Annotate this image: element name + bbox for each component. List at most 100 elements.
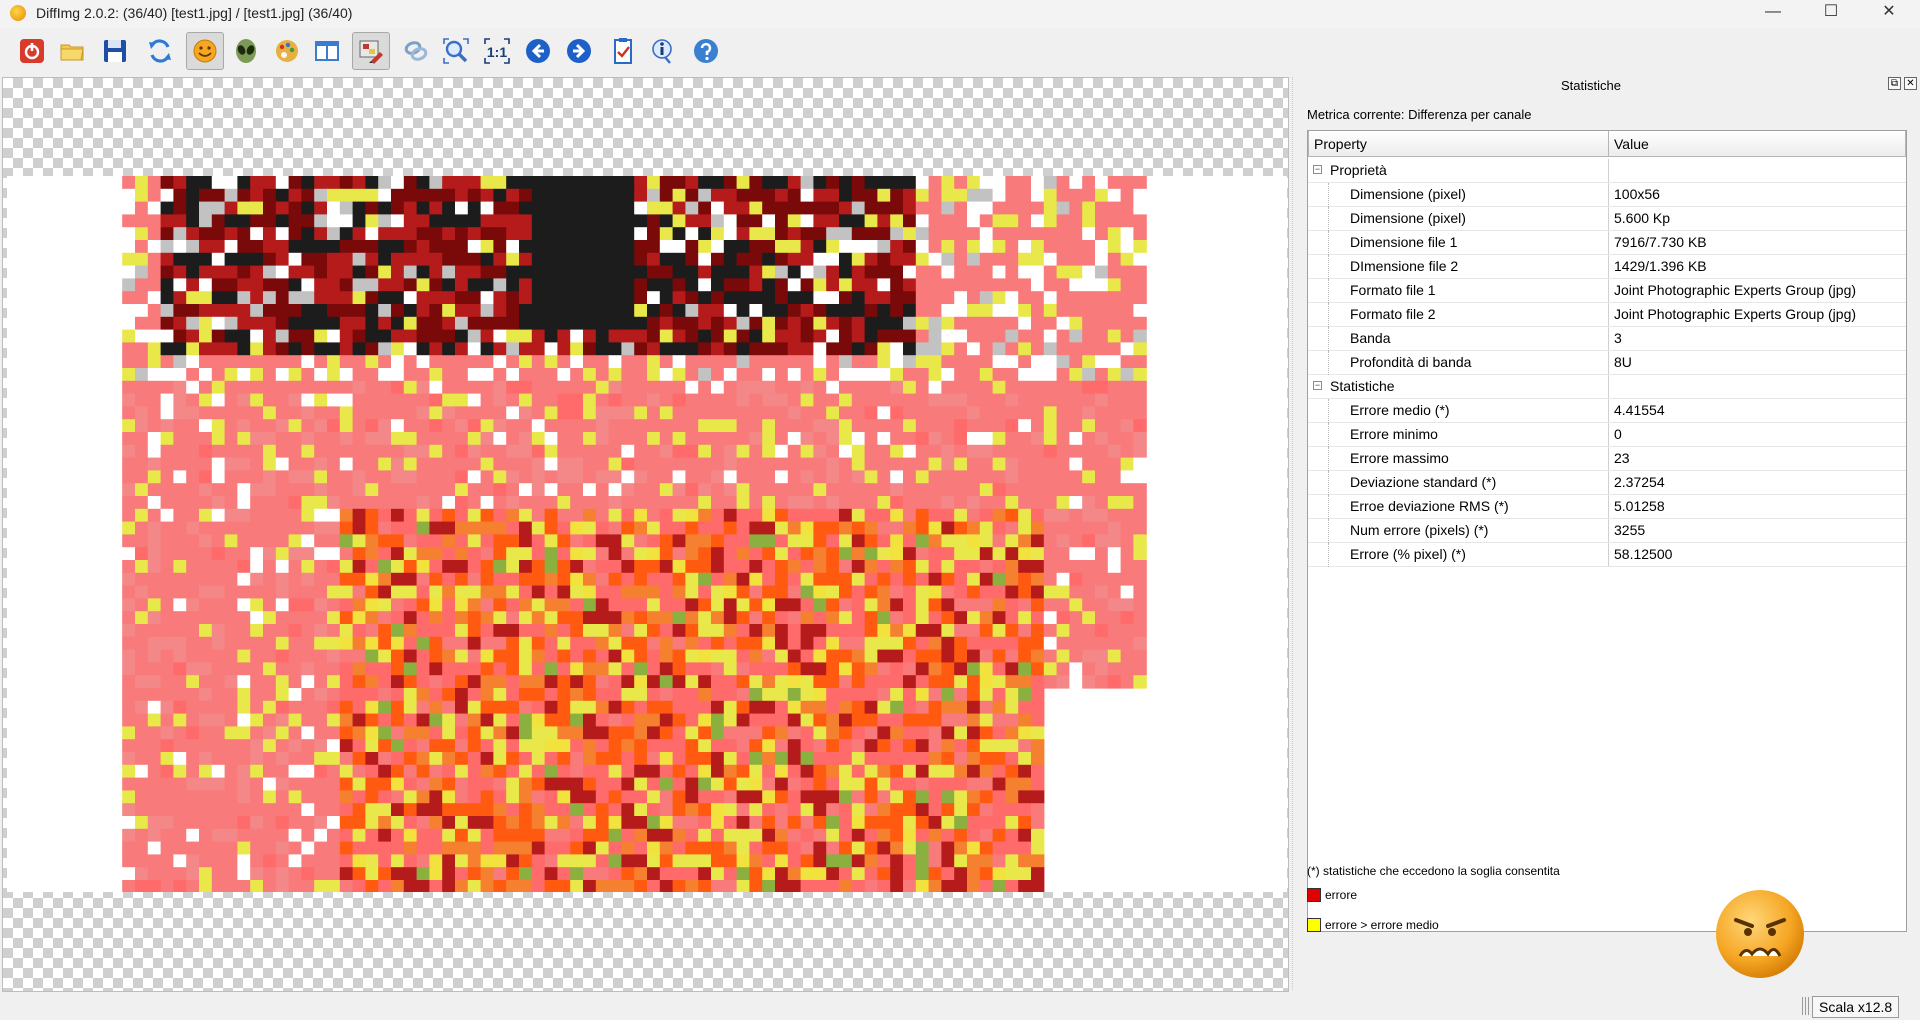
diff-pixel (403, 508, 418, 523)
table-row[interactable]: Banda 3 (1308, 327, 1906, 351)
diff-pixel (775, 342, 789, 356)
link-button[interactable] (397, 32, 435, 70)
refresh-button[interactable] (141, 32, 179, 70)
column-header-value[interactable]: Value (1608, 131, 1906, 157)
palette-button[interactable] (268, 32, 306, 70)
diff-pixel (583, 662, 597, 676)
diff-pixel (839, 355, 853, 369)
diff-pixel (659, 688, 674, 702)
table-row[interactable]: Formato file 2 Joint Photographic Experts… (1308, 303, 1906, 327)
diff-pixel (327, 560, 341, 574)
table-row[interactable]: Profondità di banda 8U (1308, 351, 1906, 375)
diff-pixel (122, 547, 136, 561)
table-row[interactable]: Dimensione (pixel) 100x56 (1308, 183, 1906, 207)
diff-pixel (506, 201, 520, 215)
minimize-button[interactable]: — (1744, 0, 1802, 28)
diff-pixel (1133, 176, 1147, 190)
table-row[interactable]: Num errore (pixels) (*) 3255 (1308, 519, 1906, 543)
collapse-toggle[interactable]: − (1313, 165, 1322, 174)
property-table[interactable]: Property Value − Proprietà Dimensione (p… (1307, 130, 1907, 932)
diff-pixel (1056, 508, 1070, 523)
diff-mask-button[interactable] (352, 32, 390, 70)
float-panel-button[interactable]: ⧉ (1888, 77, 1901, 90)
diff-pixel (467, 342, 482, 356)
table-row[interactable]: Erroe deviazione RMS (*) 5.01258 (1308, 495, 1906, 519)
table-row[interactable]: Errore massimo 23 (1308, 447, 1906, 471)
diff-pixel (1120, 508, 1134, 523)
diff-pixel (826, 368, 840, 382)
table-row[interactable]: Dimensione file 1 7916/7.730 KB (1308, 231, 1906, 255)
diff-pixel (186, 496, 200, 510)
diff-pixel (557, 265, 571, 279)
diff-pixel (327, 662, 341, 676)
diff-pixel (250, 585, 264, 599)
diff-pixel (570, 739, 584, 753)
diff-pixel (813, 278, 827, 292)
diff-pixel (173, 688, 187, 702)
exit-button[interactable] (13, 32, 51, 70)
zoom-fit-button[interactable] (437, 32, 475, 70)
image-viewer[interactable] (2, 77, 1289, 992)
diff-pixel (160, 726, 174, 740)
diff-pixel (634, 624, 648, 638)
table-row[interactable]: Errore minimo 0 (1308, 423, 1906, 447)
previous-button[interactable] (519, 32, 557, 70)
diff-pixel (813, 329, 827, 343)
table-row[interactable]: DImensione file 2 1429/1.396 KB (1308, 255, 1906, 279)
group-row-statistics[interactable]: − Statistiche (1308, 375, 1906, 399)
group-row-properties[interactable]: − Proprietà (1308, 159, 1906, 183)
diff-pixel (506, 393, 520, 407)
diff-pixel (1133, 278, 1147, 292)
diff-pixel (826, 713, 840, 727)
diff-pixel (967, 700, 981, 715)
diff-pixel (1043, 611, 1058, 625)
table-row[interactable]: Formato file 1 Joint Photographic Experts… (1308, 279, 1906, 303)
dual-view-button[interactable] (308, 32, 346, 70)
maximize-button[interactable]: ☐ (1802, 0, 1860, 28)
diff-pixel (698, 316, 712, 331)
diff-pixel (544, 726, 558, 740)
diff-pixel (647, 278, 661, 292)
diff-pixel (570, 201, 584, 215)
diff-pixel (698, 726, 712, 740)
diff-pixel (480, 700, 494, 715)
alien-button[interactable] (227, 32, 265, 70)
diff-pixel (685, 585, 699, 599)
diff-pixel (122, 508, 136, 523)
smiley-button[interactable] (186, 32, 224, 70)
diff-pixel (826, 265, 840, 279)
column-header-property[interactable]: Property (1308, 131, 1609, 157)
table-row[interactable]: Deviazione standard (*) 2.37254 (1308, 471, 1906, 495)
open-button[interactable] (53, 32, 91, 70)
diff-pixel (480, 560, 494, 574)
save-button[interactable] (96, 32, 134, 70)
diff-pixel (442, 508, 456, 523)
diff-pixel (877, 329, 891, 343)
zoom-1-1-button[interactable]: 1:1 (478, 32, 516, 70)
panel-splitter[interactable] (1290, 77, 1296, 990)
diff-pixel (864, 790, 878, 804)
diff-pixel (698, 611, 712, 625)
close-panel-button[interactable]: ✕ (1904, 77, 1917, 90)
difference-image[interactable] (7, 176, 1287, 892)
table-row[interactable]: Dimensione (pixel) 5.600 Kp (1308, 207, 1906, 231)
diff-pixel (762, 572, 776, 587)
diff-pixel (762, 828, 776, 843)
diff-pixel (442, 214, 456, 228)
next-button[interactable] (560, 32, 598, 70)
diff-pixel (775, 508, 789, 523)
diff-pixel (544, 854, 558, 868)
diff-pixel (160, 816, 174, 830)
close-window-button[interactable]: ✕ (1860, 0, 1918, 28)
diff-pixel (672, 201, 686, 215)
checklist-button[interactable] (604, 32, 642, 70)
diff-pixel (967, 854, 981, 868)
diff-pixel (647, 726, 661, 740)
diff-pixel (928, 880, 942, 892)
table-row[interactable]: Errore (% pixel) (*) 58.12500 (1308, 543, 1906, 567)
collapse-toggle[interactable]: − (1313, 381, 1322, 390)
diff-pixel (787, 726, 802, 740)
table-row[interactable]: Errore medio (*) 4.41554 (1308, 399, 1906, 423)
info-button[interactable] (645, 32, 683, 70)
help-button[interactable] (687, 32, 725, 70)
